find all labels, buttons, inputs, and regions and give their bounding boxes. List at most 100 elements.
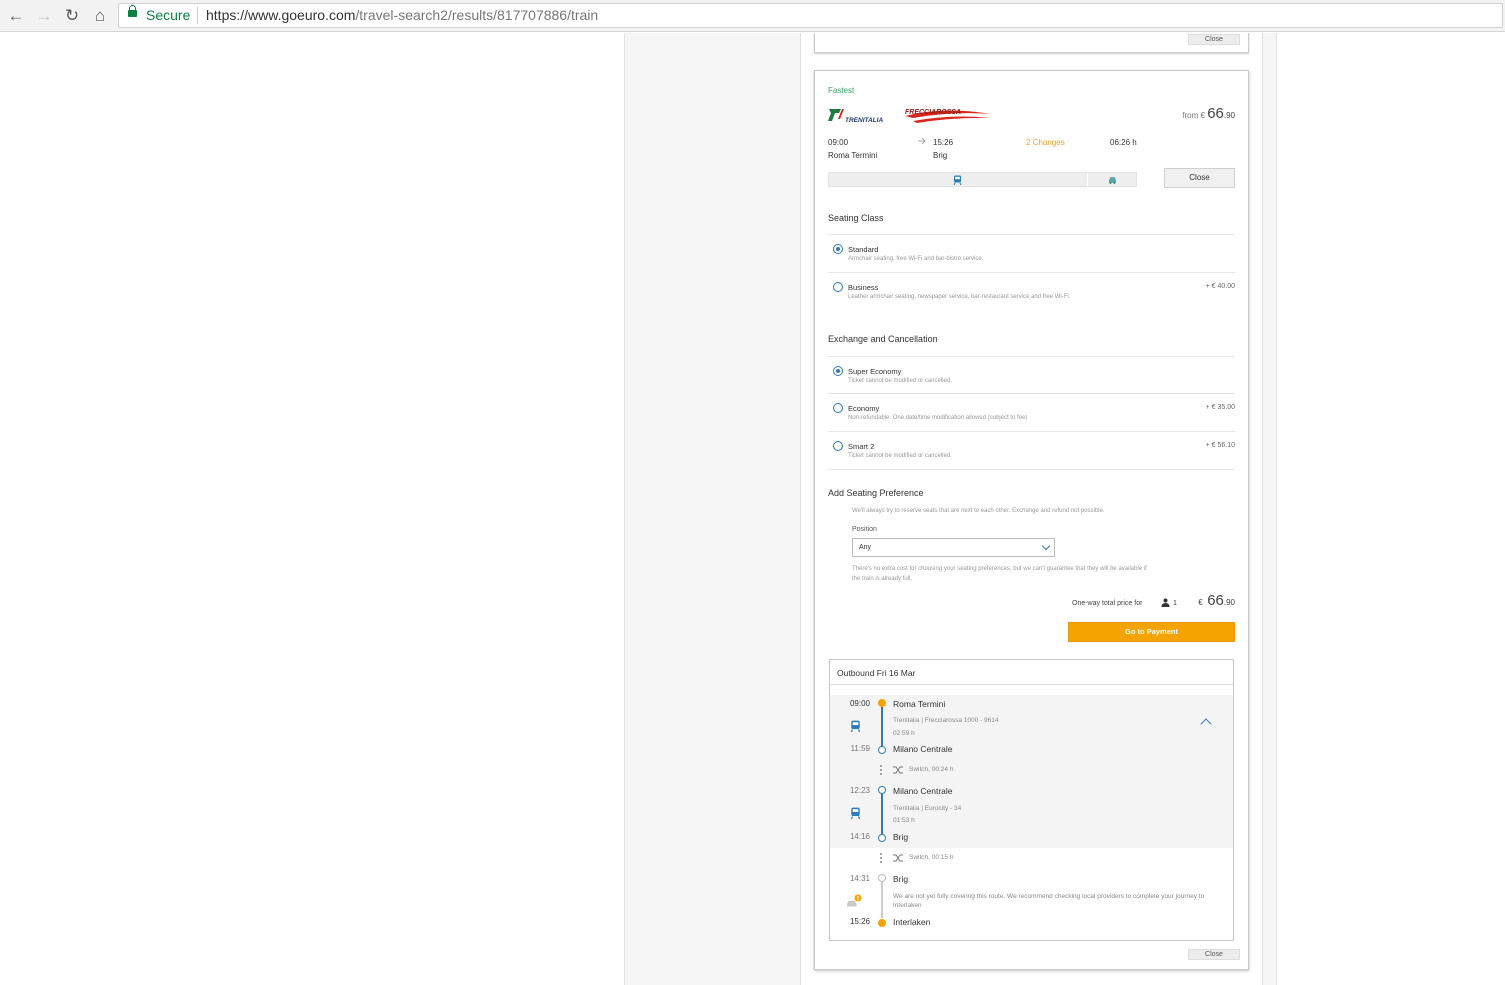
switch-dots: [880, 765, 882, 777]
standard-radio[interactable]: [833, 244, 843, 254]
seating-class-title: Seating Class: [828, 213, 884, 223]
smart2-price: + € 56.10: [1205, 442, 1235, 449]
switch1-label: Switch, 00:24 h: [909, 766, 954, 773]
shuffle-icon: [893, 854, 903, 862]
economy-price: + € 35.00: [1205, 404, 1235, 411]
arrival-time: 15:26: [933, 138, 954, 147]
train-icon: [850, 807, 861, 819]
leg1-duration: 02:59 h: [893, 730, 915, 737]
smart2-radio[interactable]: [833, 441, 843, 451]
leg2-operator: Trenitalia | Eurocity - 34: [893, 805, 962, 812]
url-host: https://www.goeuro.com: [206, 7, 356, 23]
train-icon: [953, 175, 962, 185]
legs-background: [830, 695, 1233, 848]
transport-mode-bar: [828, 172, 1137, 187]
divider: [828, 431, 1235, 432]
shuffle-icon: [893, 766, 903, 774]
leg3-arrival-time: 15:26: [849, 917, 870, 926]
svg-text:FRECCIAROSSA: FRECCIAROSSA: [905, 109, 961, 116]
train-icon: [850, 720, 861, 732]
previous-close-button[interactable]: Close: [1188, 34, 1240, 45]
position-value: Any: [859, 544, 872, 551]
business-desc: Leather armchair seating, newspaper serv…: [848, 294, 1071, 300]
back-arrow-icon[interactable]: ←: [5, 5, 27, 27]
stop-dot: [878, 786, 886, 794]
route-arrow-icon: [918, 138, 926, 144]
economy-label: Economy: [848, 404, 880, 413]
total-price-cents: .90: [1223, 598, 1235, 607]
super-economy-desc: Ticket cannot be modified or cancelled.: [848, 378, 952, 384]
home-icon[interactable]: ⌂: [89, 5, 111, 27]
seating-pref-info: We'll always try to reserve seats that a…: [852, 508, 1105, 514]
smart2-desc: Ticket cannot be modified or cancelled.: [848, 453, 952, 459]
leg3-departure-station: Brig: [893, 874, 909, 884]
outbound-title: Outbound Fri 16 Mar: [837, 668, 916, 678]
divider: [828, 272, 1235, 273]
frecciarossa-logo: FRECCIAROSSA: [905, 109, 991, 123]
divider: [828, 356, 1235, 357]
chevron-down-icon: [1041, 541, 1051, 551]
passenger-count: 1: [1173, 600, 1177, 607]
stop-dot: [878, 874, 886, 882]
total-price: € 66.90: [1198, 592, 1235, 610]
browser-toolbar: ← → ↻ ⌂ Secure https://www.goeuro.com/tr…: [0, 0, 1505, 32]
fastest-tag: Fastest: [828, 86, 855, 95]
bus-icon: [1109, 177, 1116, 184]
seating-pref-title: Add Seating Preference: [828, 488, 924, 498]
standard-desc: Armchair seating, free Wi-Fi and bar-bis…: [848, 256, 984, 262]
arrival-station: Brig: [933, 151, 948, 160]
destination-dot: [878, 919, 886, 927]
leg2-departure-station: Milano Centrale: [893, 786, 953, 796]
price-cents: .90: [1223, 111, 1235, 120]
trenitalia-logo: TRENITALIA: [828, 109, 883, 124]
business-label: Business: [848, 283, 879, 292]
passenger-icon: [1161, 598, 1170, 607]
reload-icon[interactable]: ↻: [61, 5, 83, 27]
divider: [828, 469, 1235, 470]
trip-duration: 06:26 h: [1110, 138, 1137, 147]
total-label: One-way total price for: [1072, 600, 1143, 607]
super-economy-radio[interactable]: [833, 366, 843, 376]
leg2-departure-time: 12:23: [849, 786, 870, 795]
leg1-arrival-time: 11:59: [850, 744, 870, 753]
leg3-line: [881, 882, 883, 918]
position-select[interactable]: Any: [852, 538, 1055, 557]
leg2-duration: 01:53 h: [893, 817, 915, 824]
close-button[interactable]: Close: [1164, 168, 1235, 188]
previous-result-card: Close: [814, 33, 1249, 53]
bottom-close-button[interactable]: Close: [1188, 949, 1240, 960]
outbound-header: Outbound Fri 16 Mar: [830, 660, 1233, 685]
business-radio[interactable]: [833, 282, 843, 292]
exchange-title: Exchange and Cancellation: [828, 334, 938, 344]
forward-arrow-icon[interactable]: →: [33, 5, 55, 27]
departure-station: Roma Termini: [828, 151, 878, 160]
economy-desc: Non-refundable. One date/time modificati…: [848, 415, 1028, 421]
outbound-details: Outbound Fri 16 Mar 09:00 Roma Termini T…: [829, 659, 1234, 941]
total-price-integer: 66: [1207, 592, 1224, 609]
economy-radio[interactable]: [833, 403, 843, 413]
leg3-arrival-station: Interlaken: [893, 917, 931, 927]
changes-count[interactable]: 2 Changes: [1026, 138, 1065, 147]
bar-divider: [1087, 173, 1088, 186]
from-price: from € 66.90: [1182, 105, 1235, 122]
standard-label: Standard: [848, 245, 879, 254]
coverage-warning: We are not yet fully covering this route…: [893, 893, 1205, 909]
leg1-operator: Trenitalia | Frecciarossa 1000 - 9614: [893, 717, 999, 724]
car-warning-icon: [847, 894, 862, 907]
from-label: from €: [1182, 111, 1205, 120]
url-separator: [197, 7, 198, 24]
switch-dots: [880, 853, 882, 865]
seating-note-line1: There's no extra cost for choosing your …: [852, 566, 1147, 572]
url-path: /travel-search2/results/817707886/train: [355, 7, 599, 23]
leg2-arrival-time: 14:16: [849, 832, 870, 841]
total-currency: €: [1198, 598, 1203, 607]
leg1-departure-station: Roma Termini: [893, 699, 946, 709]
leg1-arrival-station: Milano Centrale: [893, 744, 953, 754]
business-price: + € 40.00: [1205, 283, 1235, 290]
switch2-label: Switch, 00:15 h: [909, 854, 954, 861]
go-to-payment-button[interactable]: Go to Payment: [1068, 622, 1235, 642]
position-label: Position: [852, 526, 877, 533]
svg-text:TRENITALIA: TRENITALIA: [845, 117, 883, 124]
smart2-label: Smart 2: [848, 442, 875, 451]
address-bar[interactable]: Secure https://www.goeuro.com/travel-sea…: [118, 3, 1503, 28]
